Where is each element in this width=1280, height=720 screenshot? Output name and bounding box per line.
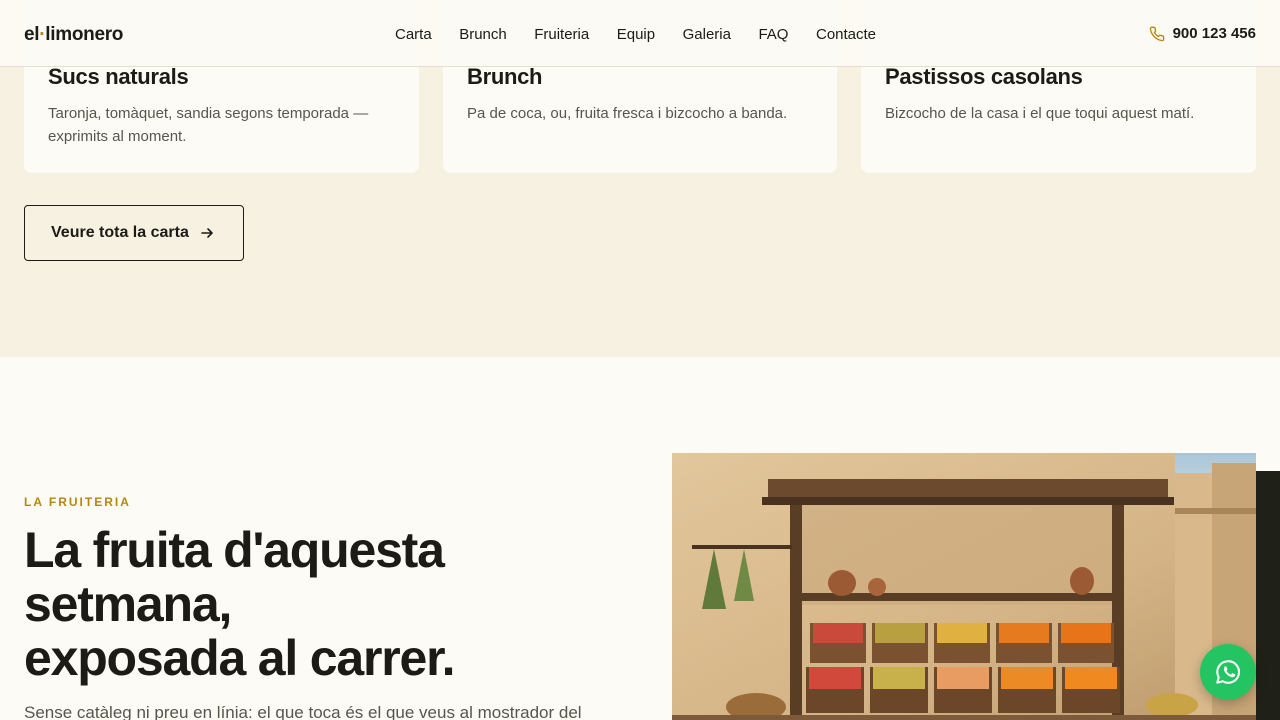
- card-title: Pastissos casolans: [885, 64, 1083, 89]
- view-full-menu-button[interactable]: Veure tota la carta: [24, 205, 244, 261]
- section-eyebrow: LA FRUITERIA: [24, 495, 131, 509]
- dark-panel-edge: [1256, 471, 1280, 720]
- logo-text-pre: el: [24, 24, 40, 45]
- site-logo[interactable]: el·limonero: [24, 24, 123, 46]
- nav-link-galeria[interactable]: Galeria: [683, 26, 731, 43]
- headline-line-2: setmana,: [24, 576, 232, 632]
- card-text: Pa de coca, ou, fruita fresca i bizcocho…: [467, 105, 788, 122]
- nav-link-contacte[interactable]: Contacte: [816, 26, 876, 43]
- headline-line-1: La fruita d'aquesta: [24, 522, 445, 578]
- fruit-stand-photo: [672, 453, 1256, 720]
- whatsapp-button[interactable]: [1200, 644, 1256, 700]
- top-navigation: el·limonero Carta Brunch Fruiteria Equip…: [0, 0, 1280, 67]
- fruiteria-section: LA FRUITERIA La fruita d'aquesta setmana…: [0, 357, 1280, 720]
- nav-link-equip[interactable]: Equip: [617, 26, 655, 43]
- cta-label: Veure tota la carta: [51, 224, 189, 241]
- logo-text-post: limonero: [45, 24, 124, 45]
- nav-link-carta[interactable]: Carta: [395, 26, 432, 43]
- main-menu: Carta Brunch Fruiteria Equip Galeria FAQ…: [395, 26, 904, 43]
- section-lead-text: Sense catàleg ni preu en línia: el que t…: [24, 703, 582, 720]
- fruit-stand-illustration: [672, 453, 1256, 720]
- card-title: Sucs naturals: [48, 64, 189, 89]
- whatsapp-icon: [1216, 660, 1240, 684]
- phone-link[interactable]: 900 123 456: [1149, 25, 1256, 42]
- nav-link-faq[interactable]: FAQ: [758, 26, 788, 43]
- phone-number: 900 123 456: [1172, 25, 1256, 42]
- nav-link-brunch[interactable]: Brunch: [459, 26, 507, 43]
- phone-icon: [1149, 26, 1164, 41]
- card-title: Brunch: [467, 64, 543, 89]
- headline-line-3: exposada al carrer.: [24, 630, 455, 686]
- card-text: Taronja, tomàquet, sandia segons tempora…: [48, 105, 369, 145]
- card-text: Bizcocho de la casa i el que toqui aques…: [885, 105, 1195, 122]
- arrow-right-icon: [201, 228, 213, 238]
- nav-link-fruiteria[interactable]: Fruiteria: [534, 26, 589, 43]
- section-headline: La fruita d'aquesta setmana, exposada al…: [24, 523, 644, 685]
